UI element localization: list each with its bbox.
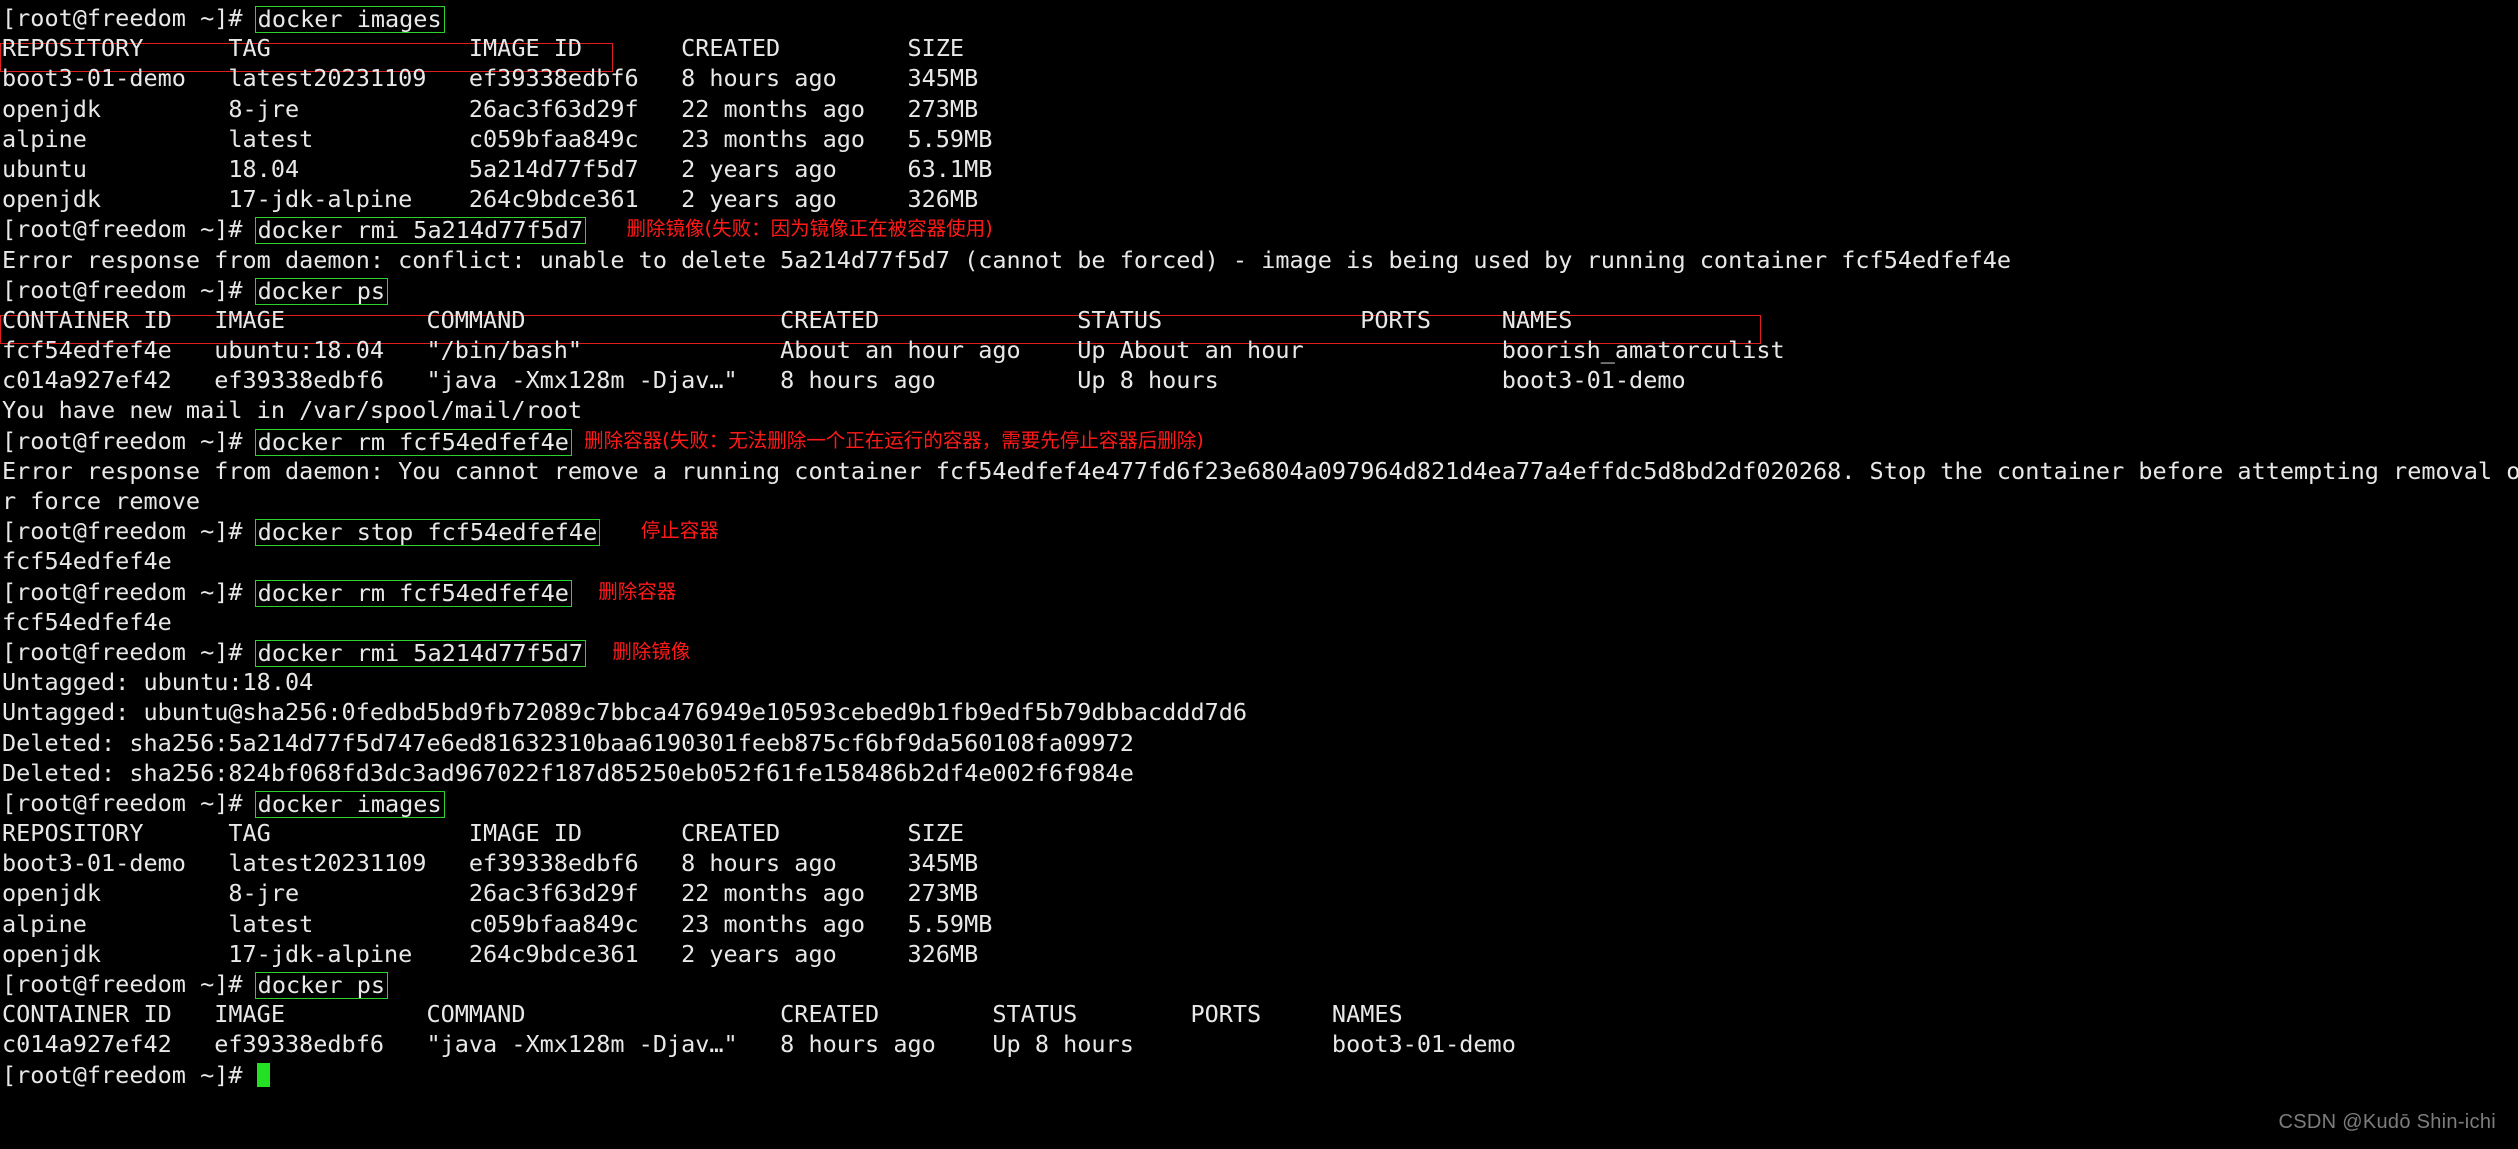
ps-table-header: CONTAINER ID IMAGE COMMAND CREATED STATU… xyxy=(2,999,2518,1029)
images-table-header: REPOSITORY TAG IMAGE ID CREATED SIZE xyxy=(2,818,2518,848)
shell-prompt: [root@freedom ~]# xyxy=(2,276,257,304)
shell-prompt: [root@freedom ~]# xyxy=(2,1061,257,1089)
terminal-window[interactable]: [root@freedom ~]# docker images REPOSITO… xyxy=(0,0,2518,1149)
table-row: alpine latest c059bfaa849c 23 months ago… xyxy=(2,909,2518,939)
shell-prompt: [root@freedom ~]# xyxy=(2,4,257,32)
shell-prompt: [root@freedom ~]# xyxy=(2,517,257,545)
watermark: CSDN @Kudō Shin-ichi xyxy=(2279,1107,2497,1137)
command-docker-ps[interactable]: docker ps xyxy=(255,972,388,999)
table-row: c014a927ef42 ef39338edbf6 "java -Xmx128m… xyxy=(2,365,2518,395)
command-line-active: [root@freedom ~]# xyxy=(2,1060,2518,1090)
table-row: openjdk 17-jdk-alpine 264c9bdce361 2 yea… xyxy=(2,184,2518,214)
shell-prompt: [root@freedom ~]# xyxy=(2,215,257,243)
output-rm-result: fcf54edfef4e xyxy=(2,607,2518,637)
command-docker-stop[interactable]: docker stop fcf54edfef4e xyxy=(255,519,601,546)
command-docker-images[interactable]: docker images xyxy=(255,6,445,33)
output-untagged-digest: Untagged: ubuntu@sha256:0fedbd5bd9fb7208… xyxy=(2,697,2518,727)
table-row: boot3-01-demo latest20231109 ef39338edbf… xyxy=(2,63,2518,93)
command-line-docker-rmi-fail: [root@freedom ~]# docker rmi 5a214d77f5d… xyxy=(2,214,2518,244)
output-deleted-2: Deleted: sha256:824bf068fd3dc3ad967022f1… xyxy=(2,758,2518,788)
table-row: ubuntu 18.04 5a214d77f5d7 2 years ago 63… xyxy=(2,154,2518,184)
table-row: c014a927ef42 ef39338edbf6 "java -Xmx128m… xyxy=(2,1029,2518,1059)
command-line-docker-rm-success: [root@freedom ~]# docker rm fcf54edfef4e… xyxy=(2,577,2518,607)
annotation-rm-fail: 删除容器(失败：无法删除一个正在运行的容器，需要先停止容器后删除) xyxy=(584,429,1204,452)
images-table-header: REPOSITORY TAG IMAGE ID CREATED SIZE xyxy=(2,33,2518,63)
table-row: boot3-01-demo latest20231109 ef39338edbf… xyxy=(2,848,2518,878)
output-rmi-conflict: Error response from daemon: conflict: un… xyxy=(2,245,2518,275)
command-line-docker-stop: [root@freedom ~]# docker stop fcf54edfef… xyxy=(2,516,2518,546)
annotation-stop-container: 停止容器 xyxy=(641,519,719,542)
shell-prompt: [root@freedom ~]# xyxy=(2,427,257,455)
command-docker-ps[interactable]: docker ps xyxy=(255,278,388,305)
command-line-docker-images-2: [root@freedom ~]# docker images xyxy=(2,788,2518,818)
ps-table-header: CONTAINER ID IMAGE COMMAND CREATED STATU… xyxy=(2,305,2518,335)
shell-prompt: [root@freedom ~]# xyxy=(2,638,257,666)
table-row: openjdk 17-jdk-alpine 264c9bdce361 2 yea… xyxy=(2,939,2518,969)
command-line-docker-ps-1: [root@freedom ~]# docker ps xyxy=(2,275,2518,305)
annotation-rmi-image: 删除镜像 xyxy=(612,640,690,663)
output-deleted-1: Deleted: sha256:5a214d77f5d747e6ed816323… xyxy=(2,728,2518,758)
annotation-rm-container: 删除容器 xyxy=(598,580,676,603)
output-mail-notice: You have new mail in /var/spool/mail/roo… xyxy=(2,395,2518,425)
command-line-docker-ps-2: [root@freedom ~]# docker ps xyxy=(2,969,2518,999)
shell-prompt: [root@freedom ~]# xyxy=(2,578,257,606)
text-cursor xyxy=(257,1063,270,1087)
command-docker-rmi[interactable]: docker rmi 5a214d77f5d7 xyxy=(255,217,586,244)
command-line-docker-rmi-success: [root@freedom ~]# docker rmi 5a214d77f5d… xyxy=(2,637,2518,667)
command-line-docker-rm-fail: [root@freedom ~]# docker rm fcf54edfef4e… xyxy=(2,426,2518,456)
table-row: alpine latest c059bfaa849c 23 months ago… xyxy=(2,124,2518,154)
annotation-rmi-fail: 删除镜像(失败：因为镜像正在被容器使用) xyxy=(627,217,993,240)
table-row: fcf54edfef4e ubuntu:18.04 "/bin/bash" Ab… xyxy=(2,335,2518,365)
command-docker-rm[interactable]: docker rm fcf54edfef4e xyxy=(255,580,572,607)
output-untagged-tag: Untagged: ubuntu:18.04 xyxy=(2,667,2518,697)
output-rm-running-error-2: r force remove xyxy=(2,486,2518,516)
output-rm-running-error-1: Error response from daemon: You cannot r… xyxy=(2,456,2518,486)
table-row: openjdk 8-jre 26ac3f63d29f 22 months ago… xyxy=(2,94,2518,124)
command-docker-rmi[interactable]: docker rmi 5a214d77f5d7 xyxy=(255,640,586,667)
output-stop-result: fcf54edfef4e xyxy=(2,546,2518,576)
shell-prompt: [root@freedom ~]# xyxy=(2,789,257,817)
table-row: openjdk 8-jre 26ac3f63d29f 22 months ago… xyxy=(2,878,2518,908)
shell-prompt: [root@freedom ~]# xyxy=(2,970,257,998)
command-docker-rm[interactable]: docker rm fcf54edfef4e xyxy=(255,429,572,456)
command-docker-images[interactable]: docker images xyxy=(255,791,445,818)
command-line-docker-images-1: [root@freedom ~]# docker images xyxy=(2,3,2518,33)
